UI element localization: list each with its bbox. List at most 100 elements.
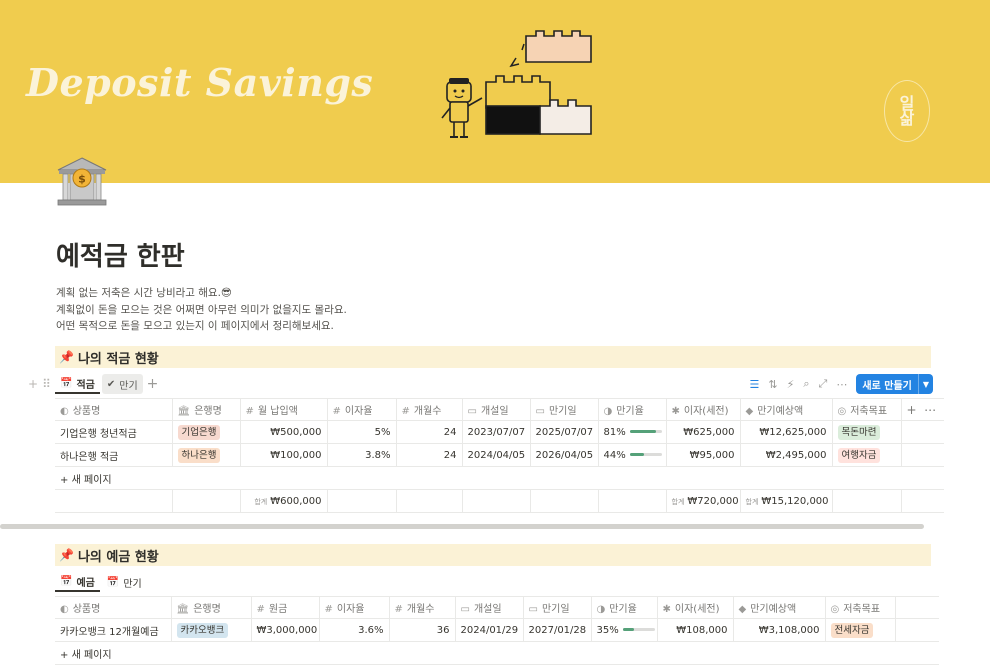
column-header[interactable]: ▭ 만기일	[523, 596, 592, 619]
column-header[interactable]: # 원금	[251, 596, 320, 619]
column-header[interactable]: # 월 납입액	[240, 398, 328, 421]
sum-expected[interactable]: 합계 ₩15,120,000	[740, 489, 833, 513]
search-icon[interactable]: ⌕	[803, 377, 809, 391]
table-row[interactable]: 하나은행 적금 하나은행 ₩100,000 3.8% 24 2024/04/05 2026/…	[55, 443, 944, 467]
sum-interest[interactable]: 합계 ₩720,000	[666, 489, 741, 513]
column-header[interactable]: 🏛 은행명	[171, 596, 252, 619]
interest-cell[interactable]: ₩95,000	[666, 443, 741, 467]
more-icon[interactable]: ⋯	[836, 378, 847, 391]
goal-cell[interactable]: 전세자금	[825, 618, 896, 642]
tab-maturity[interactable]: ✔ 만기	[101, 374, 143, 394]
number-icon: #	[324, 604, 333, 615]
progress-bar	[622, 628, 655, 631]
product-name-cell[interactable]: 하나은행 적금	[55, 443, 173, 467]
progress-label: 35%	[596, 624, 619, 636]
column-header[interactable]: ◆ 만기예상액	[740, 398, 833, 421]
add-view-icon[interactable]: +	[147, 376, 159, 392]
column-header[interactable]: ▭ 개설일	[462, 398, 531, 421]
bank-icon: $	[57, 157, 107, 206]
product-name-cell[interactable]: 카카오뱅크 12개월예금	[55, 618, 172, 642]
progress-fill	[629, 430, 656, 433]
new-page-label: 새 페이지	[71, 649, 112, 661]
column-header[interactable]: ◐ 상품명	[55, 398, 173, 421]
bank-cell[interactable]: 카카오뱅크	[171, 618, 252, 642]
sort-icon[interactable]: ⇅	[768, 378, 777, 391]
column-header[interactable]: ◆ 만기예상액	[733, 596, 826, 619]
tab-maturity[interactable]: 📅 만기	[102, 572, 147, 592]
column-header[interactable]: ✱ 이자(세전)	[657, 596, 734, 619]
tab-deposits[interactable]: 📅 예금	[55, 572, 100, 592]
maturity-date-cell[interactable]: 2025/07/07	[530, 420, 599, 444]
bank-property-icon: 🏛	[176, 604, 190, 615]
amount-cell[interactable]: ₩100,000	[240, 443, 328, 467]
expand-icon[interactable]: ⤢	[819, 377, 828, 391]
goal-cell[interactable]: 여행자금	[832, 443, 902, 467]
table-row[interactable]: 카카오뱅크 12개월예금 카카오뱅크 ₩3,000,000 3.6% 36 2024/01…	[55, 618, 939, 642]
add-column-icon[interactable]: + ⋯	[901, 398, 944, 421]
progress-cell[interactable]: 44%	[598, 443, 667, 467]
open-date-cell[interactable]: 2024/04/05	[462, 443, 531, 467]
tab-savings[interactable]: 📅 적금	[55, 374, 100, 394]
column-header[interactable]: 🏛 은행명	[172, 398, 241, 421]
column-header[interactable]: # 이자율	[327, 398, 397, 421]
savings-heading-callout: 📌 나의 적금 현황	[55, 346, 931, 368]
bank-cell[interactable]: 하나은행	[172, 443, 241, 467]
column-header[interactable]: ▭ 만기일	[530, 398, 599, 421]
sum-monthly[interactable]: 합계 ₩600,000	[240, 489, 328, 513]
bank-cell[interactable]: 기업은행	[172, 420, 241, 444]
open-date-cell[interactable]: 2023/07/07	[462, 420, 531, 444]
calendar-icon: 📅	[60, 377, 73, 389]
chevron-down-icon[interactable]: ▼	[917, 374, 933, 394]
amount-cell[interactable]: ₩3,000,000	[251, 618, 320, 642]
column-header[interactable]: # 개월수	[389, 596, 456, 619]
cover-title: Deposit Savings	[26, 60, 374, 105]
column-header[interactable]: ▭ 개설일	[455, 596, 524, 619]
plus-icon: +	[60, 474, 72, 486]
filter-icon[interactable]: ☰	[750, 378, 760, 391]
expected-cell[interactable]: ₩2,495,000	[740, 443, 833, 467]
months-cell[interactable]: 24	[396, 443, 463, 467]
product-name-cell[interactable]: 기업은행 청년적금	[55, 420, 173, 444]
description-line: 어떤 목적으로 돈을 모으고 있는지 이 페이지에서 정리해보세요.	[56, 320, 334, 332]
expected-cell[interactable]: ₩3,108,000	[733, 618, 826, 642]
calendar-icon: 📅	[106, 576, 120, 588]
new-button-label: 새로 만들기	[862, 380, 912, 392]
column-header[interactable]: # 개월수	[396, 398, 463, 421]
column-header[interactable]: ◎ 저축목표	[832, 398, 902, 421]
drag-handle-icon[interactable]: ⠿	[42, 377, 51, 391]
progress-cell[interactable]: 35%	[591, 618, 658, 642]
pushpin-icon: 📌	[59, 548, 74, 562]
column-header[interactable]: ✱ 이자(세전)	[666, 398, 741, 421]
months-cell[interactable]: 24	[396, 420, 463, 444]
interest-cell[interactable]: ₩108,000	[657, 618, 734, 642]
column-header[interactable]: # 이자율	[319, 596, 390, 619]
interest-cell[interactable]: ₩625,000	[666, 420, 741, 444]
column-header[interactable]: ◑ 만기율	[591, 596, 658, 619]
rate-cell[interactable]: 3.8%	[327, 443, 397, 467]
months-cell[interactable]: 36	[389, 618, 456, 642]
plus-icon[interactable]: +	[28, 377, 38, 391]
maturity-date-cell[interactable]: 2027/01/28	[523, 618, 592, 642]
column-header[interactable]: ◑ 만기율	[598, 398, 667, 421]
progress-cell[interactable]: 81%	[598, 420, 667, 444]
title-property-icon: ◐	[60, 406, 69, 417]
maturity-date-cell[interactable]: 2026/04/05	[530, 443, 599, 467]
open-date-cell[interactable]: 2024/01/29	[455, 618, 524, 642]
expected-cell[interactable]: ₩12,625,000	[740, 420, 833, 444]
table-row[interactable]: 기업은행 청년적금 기업은행 ₩500,000 5% 24 2023/07/07 2025/…	[55, 420, 944, 444]
goal-cell[interactable]: 목돈마련	[832, 420, 902, 444]
rate-cell[interactable]: 5%	[327, 420, 397, 444]
new-page-row[interactable]: + 새 페이지	[55, 641, 939, 665]
column-header[interactable]: ◐ 상품명	[55, 596, 172, 619]
rate-cell[interactable]: 3.6%	[319, 618, 390, 642]
block-handle[interactable]: + ⠿	[28, 377, 55, 391]
new-page-row[interactable]: + 새 페이지	[55, 466, 944, 490]
savings-heading: 나의 적금 현황	[77, 351, 159, 367]
deposits-heading-callout: 📌 나의 예금 현황	[55, 544, 931, 566]
progress-label: 81%	[603, 426, 626, 438]
column-header[interactable]: ◎ 저축목표	[825, 596, 896, 619]
new-button[interactable]: 새로 만들기 ▼	[856, 374, 933, 394]
automation-icon[interactable]: ⚡	[787, 378, 795, 391]
amount-cell[interactable]: ₩500,000	[240, 420, 328, 444]
horizontal-scrollbar[interactable]	[0, 524, 924, 529]
